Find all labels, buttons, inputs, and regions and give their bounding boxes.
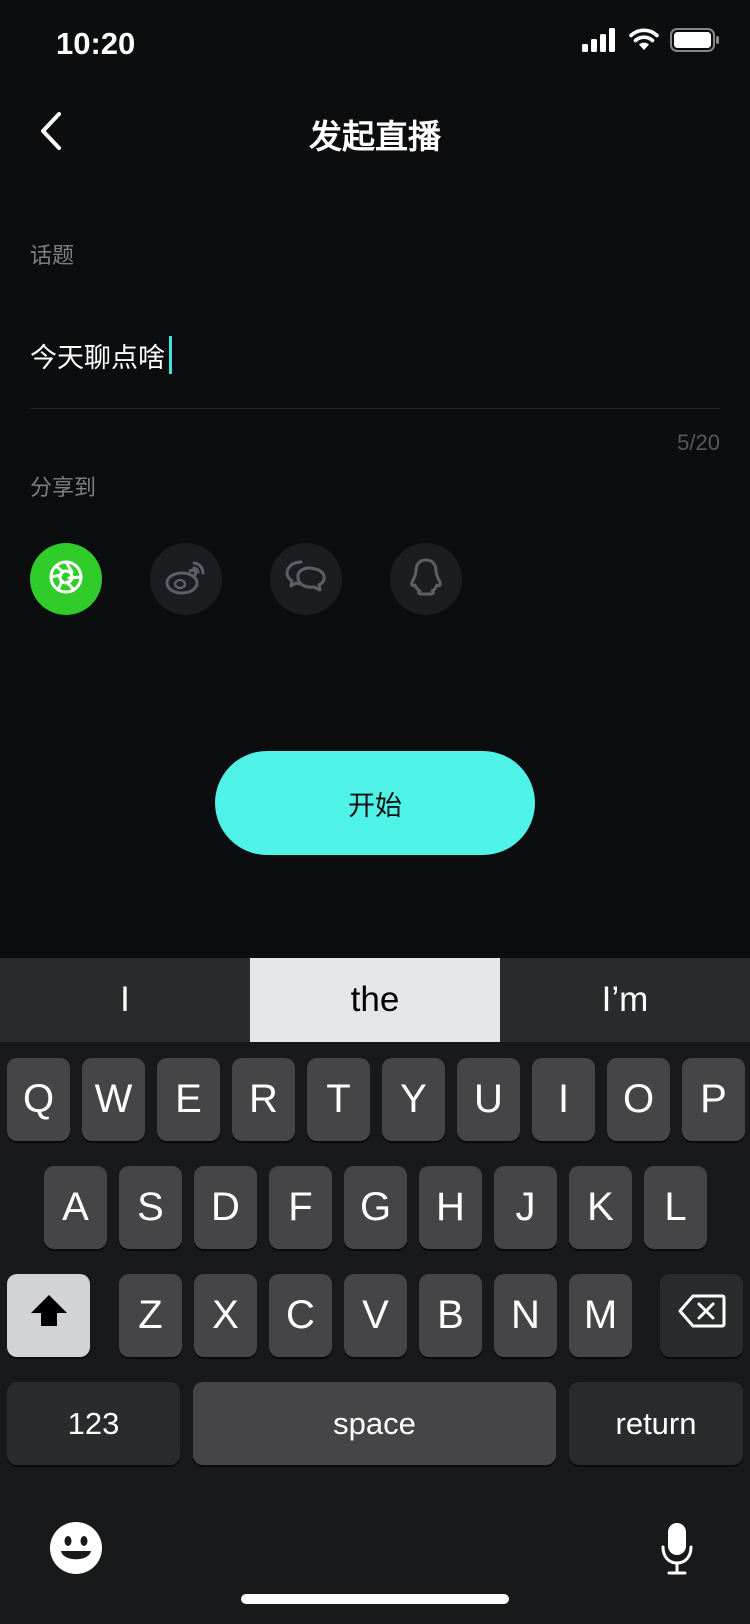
key-w[interactable]: W [82, 1058, 145, 1141]
share-qq-button[interactable] [390, 543, 462, 615]
key-d[interactable]: D [194, 1166, 257, 1249]
key-c[interactable]: C [269, 1274, 332, 1357]
weibo-icon [164, 557, 208, 602]
text-caret [169, 336, 172, 374]
status-time: 10:20 [56, 26, 136, 61]
wifi-icon [628, 28, 660, 57]
share-label: 分享到 [30, 476, 97, 501]
key-o[interactable]: O [607, 1058, 670, 1141]
topic-divider [30, 408, 720, 409]
key-a[interactable]: A [44, 1166, 107, 1249]
char-counter: 5/20 [677, 430, 720, 455]
signal-icon [582, 28, 618, 57]
status-icons [582, 28, 720, 57]
screen: 10:20 发起直播 话题 今天聊点啥 5/20 分享到 开始 I the I’… [0, 0, 750, 1624]
wechat-icon [284, 557, 328, 602]
shift-icon [29, 1293, 69, 1339]
key-n[interactable]: N [494, 1274, 557, 1357]
key-g[interactable]: G [344, 1166, 407, 1249]
key-s[interactable]: S [119, 1166, 182, 1249]
key-h[interactable]: H [419, 1166, 482, 1249]
dictation-button[interactable] [655, 1518, 699, 1584]
key-i[interactable]: I [532, 1058, 595, 1141]
numbers-key[interactable]: 123 [7, 1382, 180, 1465]
delete-key[interactable] [660, 1274, 743, 1357]
suggestion-bar: I the I’m [0, 958, 750, 1042]
qq-icon [406, 557, 446, 602]
page-title: 发起直播 [309, 117, 441, 156]
start-button[interactable]: 开始 [215, 751, 535, 855]
topic-input-value: 今天聊点啥 [30, 342, 165, 374]
topic-label: 话题 [30, 244, 75, 269]
key-y[interactable]: Y [382, 1058, 445, 1141]
key-f[interactable]: F [269, 1166, 332, 1249]
key-j[interactable]: J [494, 1166, 557, 1249]
key-v[interactable]: V [344, 1274, 407, 1357]
key-q[interactable]: Q [7, 1058, 70, 1141]
key-b[interactable]: B [419, 1274, 482, 1357]
return-key[interactable]: return [569, 1382, 743, 1465]
suggestion-item[interactable]: I [0, 958, 250, 1042]
key-u[interactable]: U [457, 1058, 520, 1141]
share-wechat-button[interactable] [270, 543, 342, 615]
emoji-button[interactable] [46, 1520, 106, 1580]
key-x[interactable]: X [194, 1274, 257, 1357]
topic-input[interactable]: 今天聊点啥 [30, 325, 720, 385]
key-t[interactable]: T [307, 1058, 370, 1141]
microphone-icon [660, 1521, 694, 1582]
keyboard: I the I’m Q W E R T Y U I O P A S D F G … [0, 958, 750, 1624]
key-r[interactable]: R [232, 1058, 295, 1141]
home-indicator[interactable] [241, 1594, 509, 1604]
shift-key[interactable] [7, 1274, 90, 1357]
share-moments-button[interactable] [30, 543, 102, 615]
key-z[interactable]: Z [119, 1274, 182, 1357]
suggestion-item[interactable]: I’m [500, 958, 750, 1042]
key-k[interactable]: K [569, 1166, 632, 1249]
battery-icon [670, 28, 720, 57]
key-m[interactable]: M [569, 1274, 632, 1357]
share-targets [30, 543, 462, 615]
moments-icon [46, 557, 86, 602]
key-e[interactable]: E [157, 1058, 220, 1141]
key-l[interactable]: L [644, 1166, 707, 1249]
space-key[interactable]: space [193, 1382, 556, 1465]
emoji-icon [48, 1520, 104, 1581]
share-weibo-button[interactable] [150, 543, 222, 615]
suggestion-item[interactable]: the [250, 958, 500, 1042]
key-p[interactable]: P [682, 1058, 745, 1141]
backspace-icon [678, 1293, 726, 1338]
